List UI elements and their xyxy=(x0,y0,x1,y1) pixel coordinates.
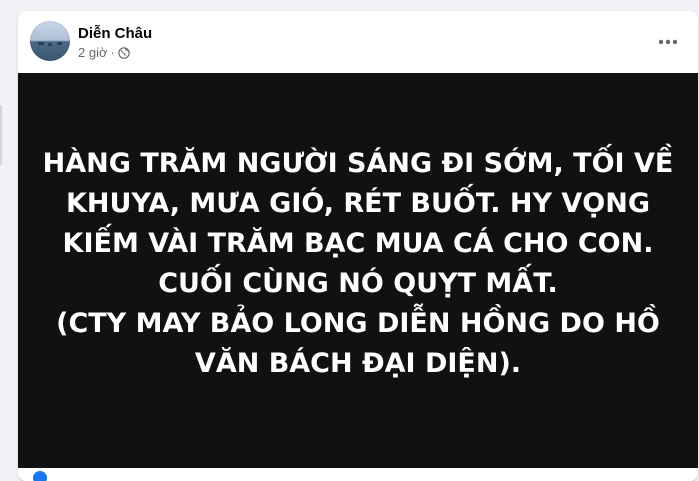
image-text-line: KHUYA, MƯA GIÓ, RÉT BUỐT. HY VỌNG xyxy=(65,188,651,219)
more-options-button[interactable] xyxy=(650,23,686,59)
avatar-detail xyxy=(38,42,44,45)
author-name[interactable]: Diễn Châu xyxy=(78,24,152,43)
next-post-avatar[interactable] xyxy=(33,471,47,481)
image-text-line: CUỐI CÙNG NÓ QUỴT MẤT. xyxy=(158,268,558,299)
post-card: Diễn Châu 2 giờ · HÀNG TRĂM NGƯỜI SÁNG Đ… xyxy=(18,11,698,481)
avatar-detail xyxy=(57,42,62,45)
post-timestamp[interactable]: 2 giờ xyxy=(78,45,108,61)
gutter-divider xyxy=(0,105,2,165)
feed-left-gutter xyxy=(0,0,14,467)
image-text-line: KIẾM VÀI TRĂM BẠC MUA CÁ CHO CON. xyxy=(62,228,654,259)
post-image-text: HÀNG TRĂM NGƯỜI SÁNG ĐI SỚM, TỐI VỀ KHUYA… xyxy=(38,144,678,384)
post-header: Diễn Châu 2 giờ · xyxy=(18,11,698,73)
more-options-icon xyxy=(658,32,678,50)
avatar-detail xyxy=(48,43,52,46)
post-image[interactable]: HÀNG TRĂM NGƯỜI SÁNG ĐI SỚM, TỐI VỀ KHUYA… xyxy=(18,73,698,468)
image-text-line: (CTY MAY BẢO LONG DIỄN HỒNG DO HỒ xyxy=(56,308,660,339)
post-meta: 2 giờ · xyxy=(78,45,130,61)
image-text-line: HÀNG TRĂM NGƯỜI SÁNG ĐI SỚM, TỐI VỀ xyxy=(42,148,674,179)
meta-separator: · xyxy=(110,45,115,60)
image-text-line: VĂN BÁCH ĐẠI DIỆN). xyxy=(194,348,522,379)
avatar[interactable] xyxy=(30,21,70,61)
globe-icon[interactable] xyxy=(118,47,130,59)
